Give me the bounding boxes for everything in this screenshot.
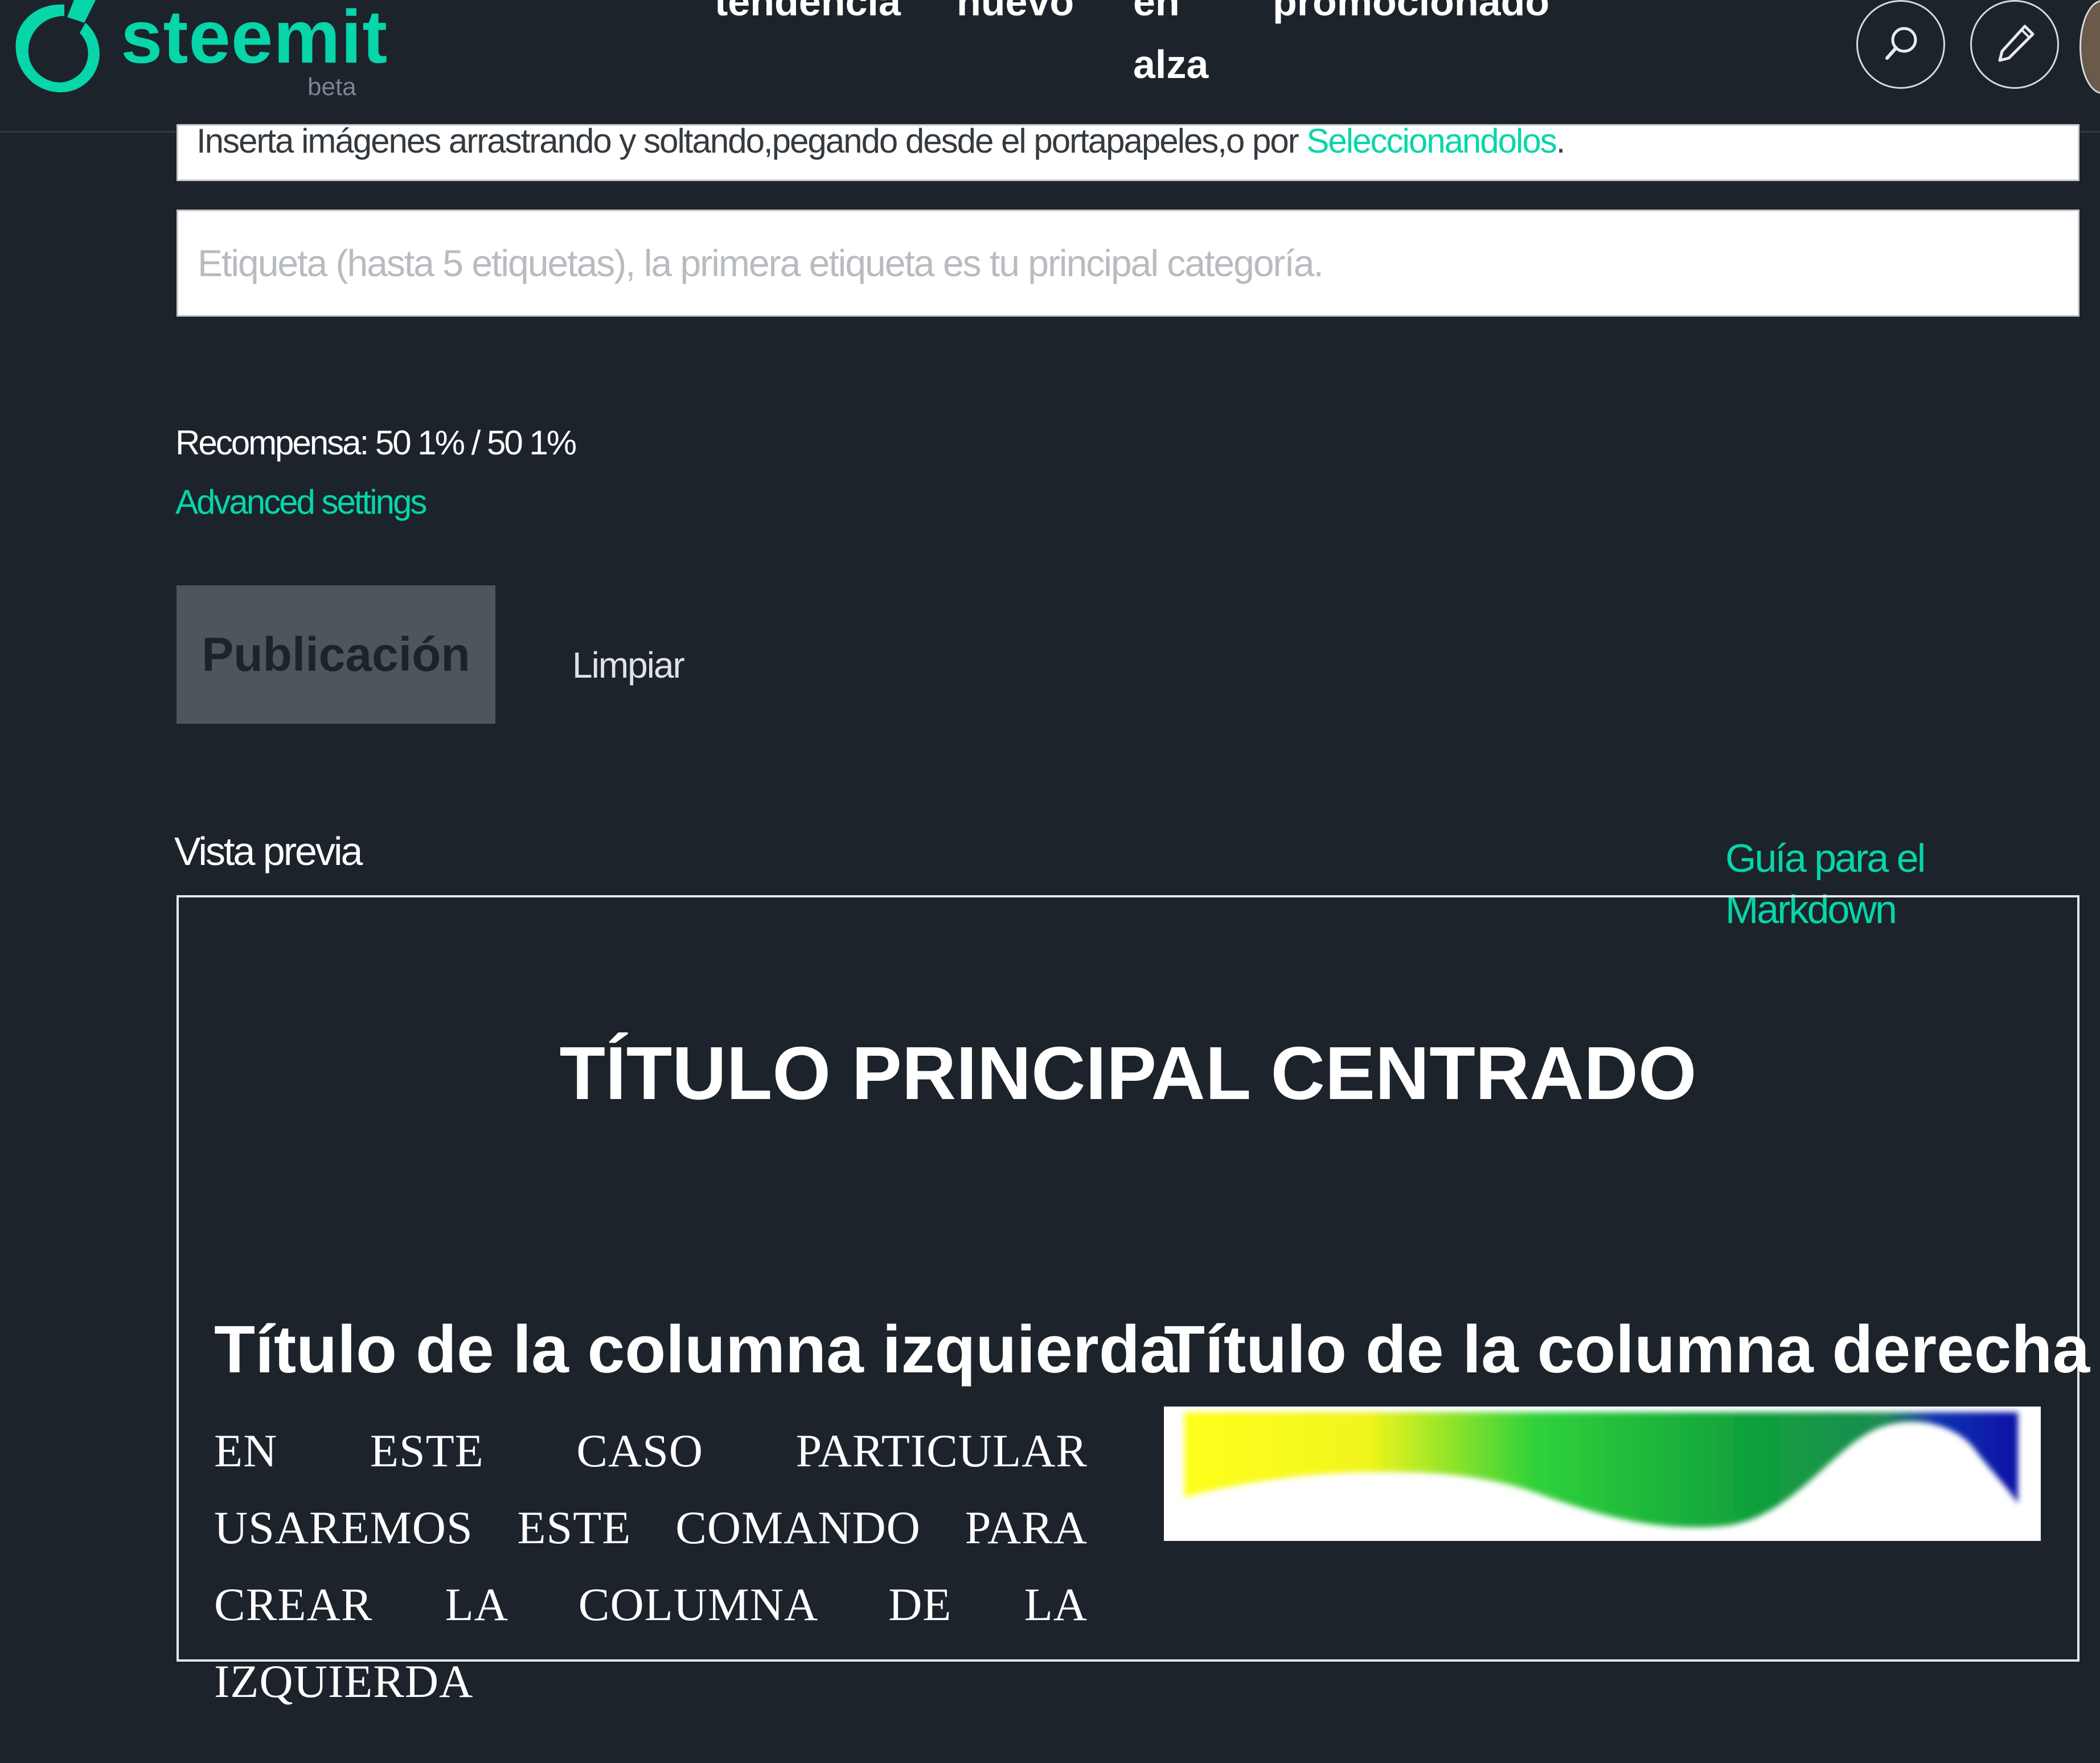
dropzone-instructions: Inserta imágenes arrastrando y soltando,…	[196, 122, 1307, 160]
brand-beta-tag: beta	[307, 73, 356, 101]
clear-button[interactable]: Limpiar	[572, 642, 685, 688]
dropzone-text: Inserta imágenes arrastrando y soltando,…	[196, 122, 1566, 160]
dropzone-period: .	[1556, 122, 1566, 160]
preview-right-column-image	[1164, 1407, 2041, 1541]
tags-input[interactable]	[177, 210, 2080, 317]
publish-button[interactable]: Publicación	[177, 585, 495, 724]
nav-hot[interactable]: en alza	[1133, 0, 1208, 96]
preview-main-title: TÍTULO PRINCIPAL CENTRADO	[559, 1031, 1697, 1115]
nav-trending[interactable]: tendencia	[715, 0, 901, 33]
preview-left-column-title: Título de la columna izquierda	[214, 1312, 1178, 1387]
preview-left-column-body: EN ESTE CASO PARTICULAR USAREMOS ESTE CO…	[214, 1425, 1088, 1707]
steemit-logo-icon[interactable]	[10, 0, 101, 97]
select-files-link[interactable]: Seleccionandolos	[1306, 122, 1557, 160]
preview-right-column-title: Título de la columna derecha	[1164, 1312, 2090, 1387]
compose-button[interactable]	[1970, 0, 2059, 89]
nav-promoted[interactable]: promocionado	[1273, 0, 1549, 33]
pencil-icon	[1998, 24, 2035, 62]
gradient-banner-image	[1164, 1407, 2041, 1541]
advanced-settings-link[interactable]: Advanced settings	[175, 479, 427, 525]
nav-hot-line1: en	[1133, 0, 1180, 24]
brand-name[interactable]: steemit	[121, 0, 388, 80]
search-button[interactable]	[1856, 0, 1945, 89]
preview-label: Vista previa	[174, 829, 363, 874]
reward-label: Recompensa: 50 1% / 50 1%	[175, 424, 577, 462]
search-icon	[1885, 27, 1917, 60]
nav-hot-line2: alza	[1133, 42, 1209, 87]
nav-new[interactable]: nuevo	[957, 0, 1074, 33]
